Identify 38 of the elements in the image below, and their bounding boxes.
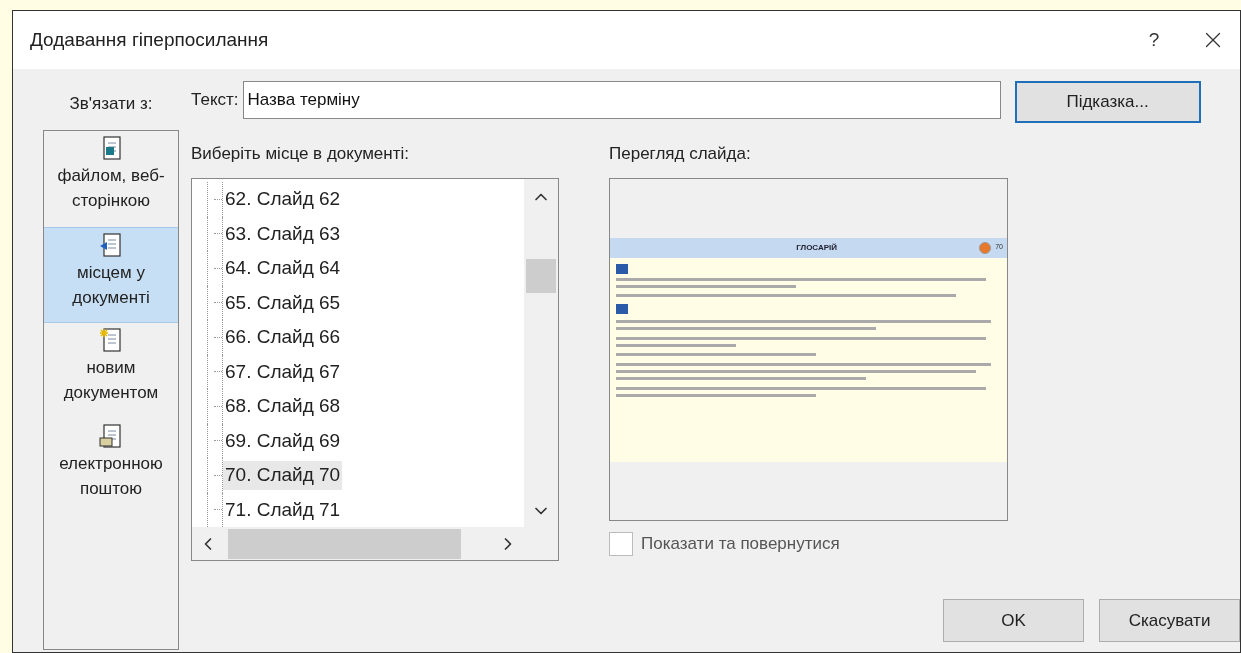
help-button[interactable]: ? <box>1134 25 1174 55</box>
document-icon <box>98 327 124 355</box>
slide-tree-item[interactable]: 63. Слайд 63 <box>223 219 343 248</box>
slide-tree-item[interactable]: 65. Слайд 65 <box>223 288 343 317</box>
slide-tree-item[interactable]: 70. Слайд 70 <box>223 461 343 490</box>
slide-tree-item[interactable]: 67. Слайд 67 <box>223 357 343 386</box>
link-type-label: новим документом <box>62 357 160 404</box>
hint-button[interactable]: Підказка... <box>1014 81 1201 123</box>
text-field[interactable]: Назва терміну <box>242 81 1001 119</box>
slide-tree-item[interactable]: 68. Слайд 68 <box>223 392 343 421</box>
ok-button[interactable]: OK <box>943 599 1084 642</box>
slide-tree-item[interactable]: 71. Слайд 71 <box>223 495 343 524</box>
slide-tree-item[interactable]: 69. Слайд 69 <box>223 426 343 455</box>
link-type-item[interactable]: файлом, веб-сторінкою <box>44 131 178 227</box>
text-label: Текст: <box>191 89 239 112</box>
preview-label: Перегляд слайда: <box>609 143 752 165</box>
document-icon <box>98 232 124 260</box>
slide-title: ГЛОСАРІЙ <box>796 241 838 254</box>
cancel-button[interactable]: Скасувати <box>1099 599 1240 642</box>
checkbox[interactable] <box>609 531 633 556</box>
link-type-item[interactable]: новим документом <box>44 323 178 419</box>
slide-tree-item[interactable]: 62. Слайд 62 <box>223 185 343 214</box>
link-type-item[interactable]: місцем у документі <box>44 227 178 323</box>
document-icon <box>98 423 124 451</box>
slide-tree-item[interactable]: 64. Слайд 64 <box>223 254 343 283</box>
window-title: Додавання гіперпосилання <box>30 27 270 52</box>
link-type-label: файлом, веб-сторінкою <box>56 165 166 212</box>
slide-tree-item[interactable]: 66. Слайд 66 <box>223 323 343 352</box>
link-type-label: електронною поштою <box>58 453 164 500</box>
link-to-label: Зв'язати з: <box>69 93 153 115</box>
link-type-label: місцем у документі <box>71 262 151 309</box>
vertical-scrollbar[interactable] <box>524 179 558 527</box>
scroll-thumb[interactable] <box>526 259 556 293</box>
horizontal-scrollbar[interactable] <box>192 527 558 560</box>
scroll-thumb[interactable] <box>228 528 461 559</box>
place-list-label: Виберіть місце в документі: <box>191 143 410 165</box>
link-type-item[interactable]: електронною поштою <box>44 419 178 515</box>
checkbox-label: Показати та повернутися <box>641 533 840 555</box>
